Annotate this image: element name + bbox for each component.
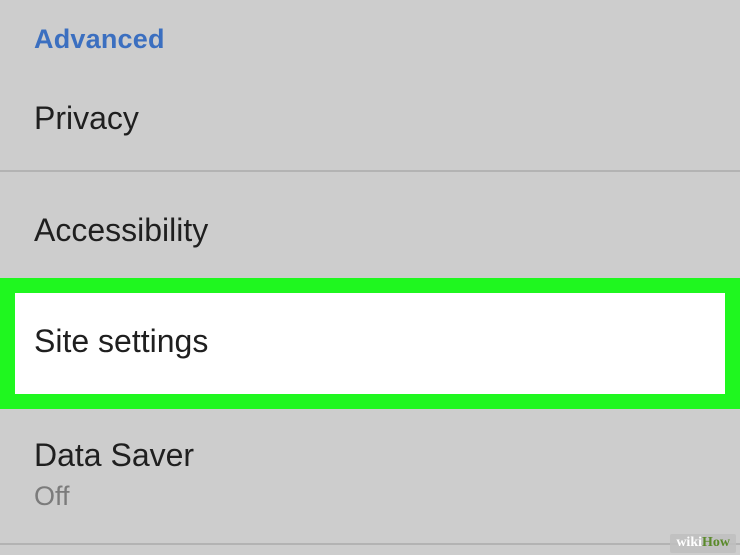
settings-item-accessibility[interactable]: Accessibility <box>0 172 740 278</box>
wikihow-watermark-logo: wikiHow <box>670 534 736 553</box>
watermark-part1: wiki <box>676 535 702 550</box>
settings-item-sublabel: Off <box>34 481 70 511</box>
settings-item-label: Data Saver <box>34 437 195 473</box>
highlight-frame: Site settings <box>0 278 740 409</box>
settings-item-site-settings[interactable]: Site settings <box>15 293 725 394</box>
watermark-part2: How <box>702 535 730 550</box>
settings-item-label: Privacy <box>34 100 139 136</box>
settings-item-privacy[interactable]: Privacy <box>0 70 740 170</box>
settings-item-label: Site settings <box>34 323 209 359</box>
section-header-advanced: Advanced <box>34 24 165 54</box>
settings-screen: Advanced Privacy Accessibility Site sett… <box>0 0 740 555</box>
settings-item-label: Accessibility <box>34 212 209 248</box>
settings-item-data-saver[interactable]: Data Saver Off <box>0 409 740 543</box>
divider <box>0 543 740 545</box>
